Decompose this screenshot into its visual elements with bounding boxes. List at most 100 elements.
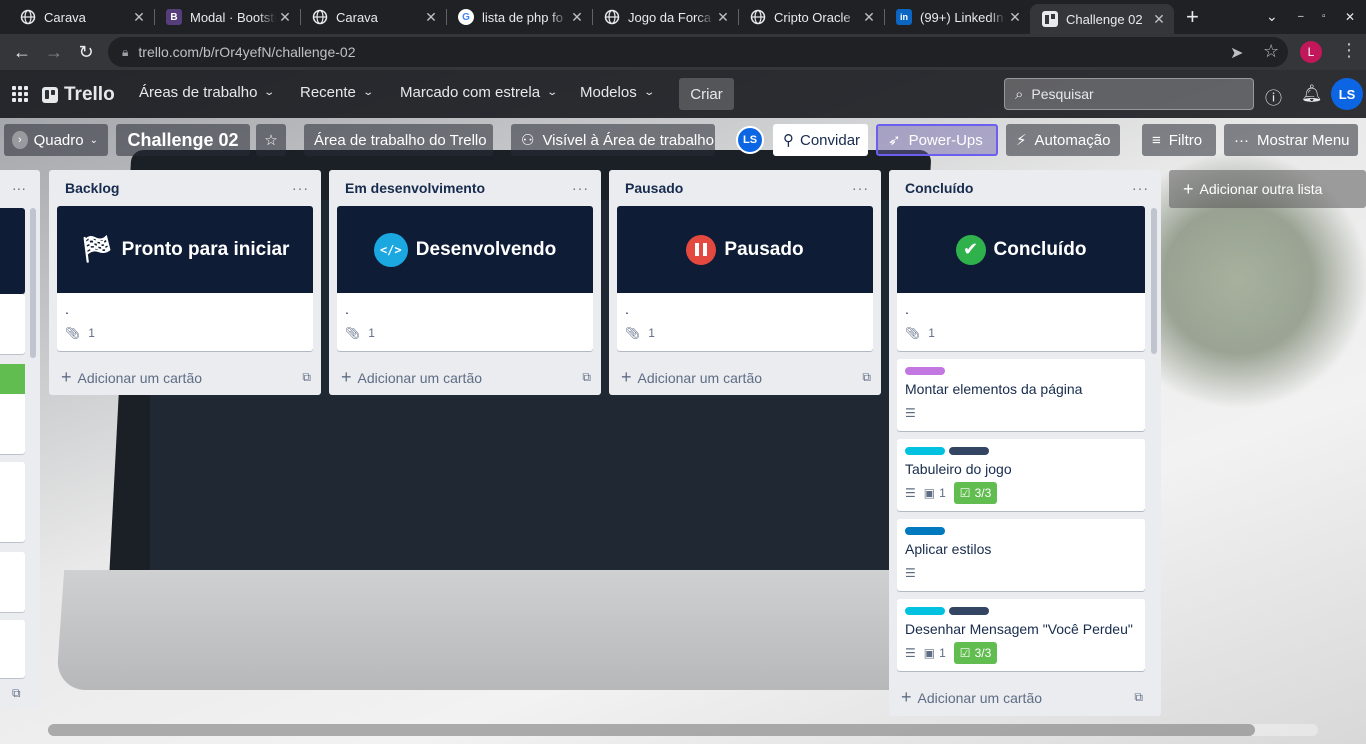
- info-icon[interactable]: ⓘ: [1265, 84, 1282, 109]
- add-card-button[interactable]: + Adicionar um cartão ⧉: [609, 359, 881, 395]
- list-card[interactable]: Aplicar estilos ☰: [897, 519, 1145, 591]
- create-button[interactable]: Criar: [679, 78, 734, 110]
- add-card-button[interactable]: + Adicionar um cartão ⧉: [49, 359, 321, 395]
- filter-button[interactable]: ≡ Filtro: [1142, 124, 1216, 156]
- cover-card[interactable]: 🏁︎ Pronto para iniciar . 📎︎ 1: [57, 206, 313, 351]
- menu-workspaces[interactable]: Áreas de trabalho ⌄: [139, 84, 275, 101]
- menu-starred[interactable]: Marcado com estrela ⌄: [400, 84, 558, 101]
- template-icon[interactable]: ⧉: [12, 686, 21, 701]
- check-circle-icon: ✔: [955, 234, 986, 265]
- minimize-icon[interactable]: –: [1298, 11, 1304, 22]
- close-icon[interactable]: ✕: [1150, 11, 1168, 28]
- list-title[interactable]: Concluído: [905, 180, 973, 196]
- address-bar[interactable]: 🔒︎ trello.com/b/rOr4yefN/challenge-02: [108, 37, 1288, 67]
- card-stub[interactable]: [0, 364, 25, 454]
- close-icon[interactable]: ✕: [1006, 9, 1024, 26]
- back-arrow-icon[interactable]: ←: [10, 40, 34, 64]
- card-label[interactable]: [905, 367, 945, 375]
- browser-profile-avatar[interactable]: L: [1300, 41, 1322, 63]
- automation-button[interactable]: ⚡︎ Automação: [1006, 124, 1120, 156]
- card-label[interactable]: [905, 447, 945, 455]
- send-icon[interactable]: ➤: [1230, 43, 1243, 63]
- list-card[interactable]: Desenhar Mensagem "Você Perdeu" ☰ ▣ 1 ☑ 3…: [897, 599, 1145, 671]
- more-horizontal-icon[interactable]: ···: [572, 180, 589, 196]
- browser-tab[interactable]: Cripto Oracle ✕: [730, 0, 884, 34]
- board-title[interactable]: Challenge 02: [116, 124, 250, 156]
- browser-tab-active[interactable]: Challenge 02 ✕: [1030, 4, 1174, 34]
- powerups-button[interactable]: ➶ Power-Ups: [876, 124, 998, 156]
- card-label[interactable]: [949, 607, 989, 615]
- search-input[interactable]: ⌕ Pesquisar: [1004, 78, 1254, 110]
- visibility-button[interactable]: ⚇ Visível à Área de trabalho: [511, 124, 715, 156]
- add-list-button[interactable]: + Adicionar outra lista: [1169, 170, 1366, 208]
- menu-label: Recente: [300, 84, 356, 101]
- board-scrollbar-thumb[interactable]: [48, 724, 1255, 736]
- new-tab-button[interactable]: +: [1186, 6, 1199, 28]
- scrollbar[interactable]: [1151, 208, 1157, 354]
- card-cover: </> Desenvolvendo: [337, 206, 593, 293]
- scrollbar[interactable]: [30, 208, 36, 358]
- star-icon[interactable]: ☆: [1263, 41, 1279, 62]
- card-stub[interactable]: [0, 552, 25, 612]
- invite-button[interactable]: ⚲ Convidar: [773, 124, 868, 156]
- card-stub[interactable]: [0, 208, 25, 294]
- chevron-down-icon: ⌄: [89, 134, 98, 146]
- more-vert-icon[interactable]: ⋮: [1340, 40, 1358, 61]
- star-board-icon[interactable]: ☆: [256, 124, 286, 156]
- list-title[interactable]: Em desenvolvimento: [345, 180, 485, 196]
- card-stub[interactable]: [0, 294, 25, 354]
- browser-tab[interactable]: Carava ✕: [292, 0, 446, 34]
- list-card[interactable]: Montar elementos da página ☰: [897, 359, 1145, 431]
- description-icon: ☰: [905, 646, 916, 660]
- browser-tab[interactable]: Jogo da Forca ✕: [584, 0, 738, 34]
- template-icon[interactable]: ⧉: [302, 370, 311, 385]
- browser-tab[interactable]: in (99+) LinkedIn ✕: [876, 0, 1030, 34]
- globe-icon: [604, 9, 620, 25]
- app-switcher-icon[interactable]: [12, 86, 28, 102]
- forward-arrow-icon[interactable]: →: [42, 40, 66, 64]
- list-title[interactable]: Backlog: [65, 180, 119, 196]
- more-horizontal-icon[interactable]: ···: [12, 180, 26, 196]
- add-card-button[interactable]: + Adicionar um cartão ⧉: [329, 359, 601, 395]
- template-icon[interactable]: ⧉: [582, 370, 591, 385]
- cover-card[interactable]: </> Desenvolvendo . 📎︎ 1: [337, 206, 593, 351]
- more-horizontal-icon[interactable]: ···: [1132, 180, 1149, 196]
- more-horizontal-icon[interactable]: ···: [852, 180, 869, 196]
- list-title[interactable]: Pausado: [625, 180, 683, 196]
- show-menu-button[interactable]: ··· Mostrar Menu: [1224, 124, 1358, 156]
- workspace-button[interactable]: Área de trabalho do Trello: [304, 124, 493, 156]
- trello-logo[interactable]: Trello: [42, 84, 115, 106]
- add-card-button[interactable]: + Adicionar um cartão ⧉: [889, 679, 1153, 715]
- card-stub[interactable]: [0, 462, 25, 542]
- list-card[interactable]: Tabuleiro do jogo ☰ ▣ 1 ☑ 3/3: [897, 439, 1145, 511]
- menu-label: Áreas de trabalho: [139, 84, 258, 101]
- plus-icon: +: [341, 366, 352, 387]
- tab-search-icon[interactable]: ⌄: [1266, 8, 1278, 25]
- paperclip-icon: 📎︎: [65, 326, 81, 340]
- member-avatar[interactable]: LS: [736, 126, 764, 154]
- view-label: Quadro: [33, 131, 84, 149]
- board-view-switcher[interactable]: › Quadro ⌄: [4, 124, 108, 156]
- cover-card[interactable]: Pausado . 📎︎ 1: [617, 206, 873, 351]
- globe-icon: [20, 9, 36, 25]
- browser-tab[interactable]: Carava ✕: [0, 0, 154, 34]
- bell-icon[interactable]: 🔔︎: [1301, 84, 1323, 104]
- reload-icon[interactable]: ↻: [74, 40, 98, 64]
- template-icon[interactable]: ⧉: [1134, 690, 1143, 705]
- card-label[interactable]: [905, 527, 945, 535]
- menu-templates[interactable]: Modelos ⌄: [580, 84, 655, 101]
- close-window-icon[interactable]: ✕: [1345, 10, 1355, 24]
- more-horizontal-icon[interactable]: ···: [292, 180, 309, 196]
- card-stub[interactable]: [0, 620, 25, 678]
- browser-tab[interactable]: B Modal · Bootstrap ✕: [146, 0, 300, 34]
- maximize-icon[interactable]: ▫: [1322, 11, 1326, 22]
- template-icon[interactable]: ⧉: [862, 370, 871, 385]
- user-avatar[interactable]: LS: [1331, 78, 1363, 110]
- browser-tab[interactable]: G lista de php fo ✕: [438, 0, 592, 34]
- card-title: .: [905, 301, 909, 317]
- menu-recent[interactable]: Recente ⌄: [300, 84, 374, 101]
- cover-card[interactable]: ✔ Concluído . 📎︎ 1: [897, 206, 1145, 351]
- card-label[interactable]: [905, 607, 945, 615]
- card-label[interactable]: [949, 447, 989, 455]
- menu-label: Marcado com estrela: [400, 84, 541, 101]
